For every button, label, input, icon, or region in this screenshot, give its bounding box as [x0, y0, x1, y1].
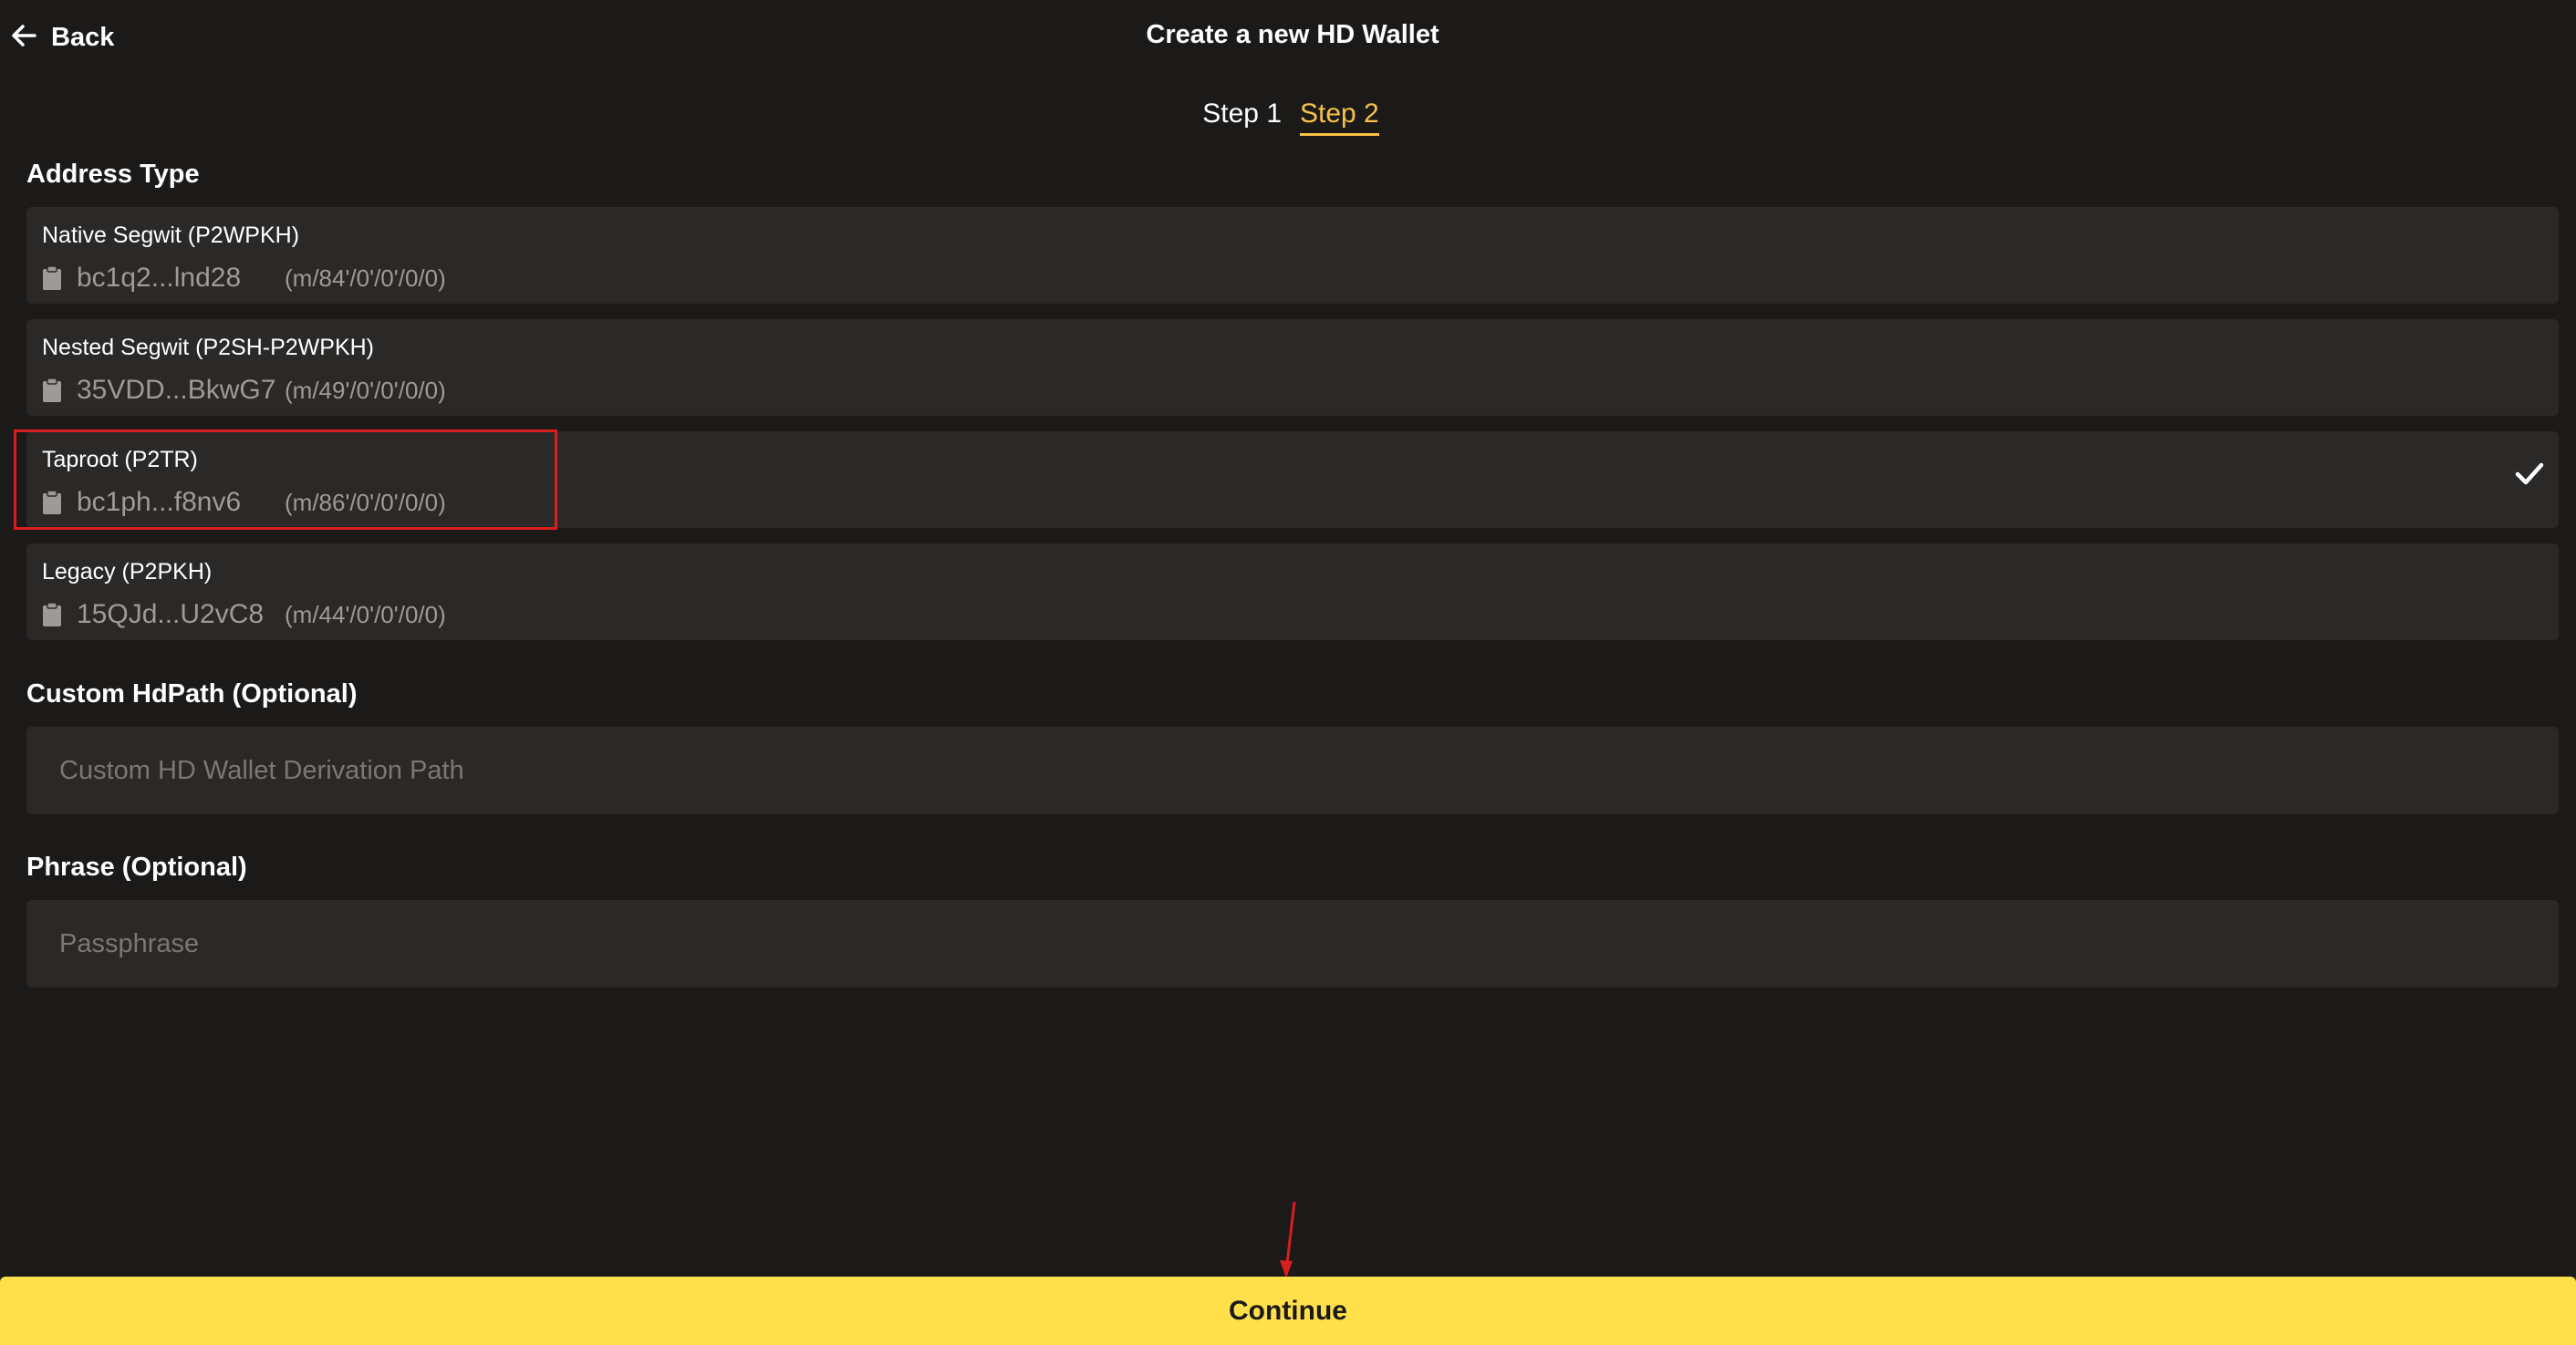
derivation-path: (m/84'/0'/0'/0/0) [285, 264, 446, 292]
checkmark-icon [2515, 462, 2544, 485]
address-type-list: Native Segwit (P2WPKH) bc1q2...lnd28 (m/… [14, 207, 2559, 656]
tab-step-2[interactable]: Step 2 [1300, 98, 1379, 136]
custom-hdpath-heading: Custom HdPath (Optional) [26, 679, 358, 709]
derivation-path: (m/86'/0'/0'/0/0) [285, 488, 446, 516]
address-option-name: Taproot (P2TR) [42, 447, 198, 472]
address-option-legacy[interactable]: Legacy (P2PKH) 15QJd...U2vC8 (m/44'/0'/0… [26, 543, 2559, 640]
clipboard-icon[interactable] [42, 265, 62, 291]
address-value: bc1q2...lnd28 [77, 263, 242, 293]
create-hd-wallet-page: Back Create a new HD Wallet Step 1 Step … [0, 0, 2576, 1345]
clipboard-icon[interactable] [42, 490, 62, 515]
continue-button[interactable]: Continue [0, 1277, 2576, 1345]
address-option-native-segwit[interactable]: Native Segwit (P2WPKH) bc1q2...lnd28 (m/… [26, 207, 2559, 304]
address-value: 35VDD...BkwG7 [77, 375, 276, 405]
annotation-arrow-icon [1280, 1201, 1296, 1278]
address-option-nested-segwit[interactable]: Nested Segwit (P2SH-P2WPKH) 35VDD...BkwG… [26, 319, 2559, 416]
derivation-path: (m/44'/0'/0'/0/0) [285, 600, 446, 628]
address-type-heading: Address Type [26, 160, 200, 189]
address-option-name: Nested Segwit (P2SH-P2WPKH) [42, 335, 375, 360]
page-title: Create a new HD Wallet [1146, 20, 1439, 49]
address-value: bc1ph...f8nv6 [77, 487, 242, 517]
clipboard-icon[interactable] [42, 602, 62, 627]
address-option-name: Legacy (P2PKH) [42, 559, 213, 585]
address-option-taproot[interactable]: Taproot (P2TR) bc1ph...f8nv6 (m/86'/0'/0… [14, 429, 2559, 530]
tab-step-1[interactable]: Step 1 [1202, 98, 1282, 136]
address-option-name: Native Segwit (P2WPKH) [42, 222, 300, 248]
custom-hdpath-input[interactable] [26, 727, 2559, 814]
clipboard-icon[interactable] [42, 378, 62, 403]
derivation-path: (m/49'/0'/0'/0/0) [285, 376, 446, 404]
address-value: 15QJd...U2vC8 [77, 599, 265, 629]
step-tabs: Step 1 Step 2 [0, 98, 2576, 136]
passphrase-input[interactable] [26, 900, 2559, 988]
phrase-heading: Phrase (Optional) [26, 853, 247, 882]
